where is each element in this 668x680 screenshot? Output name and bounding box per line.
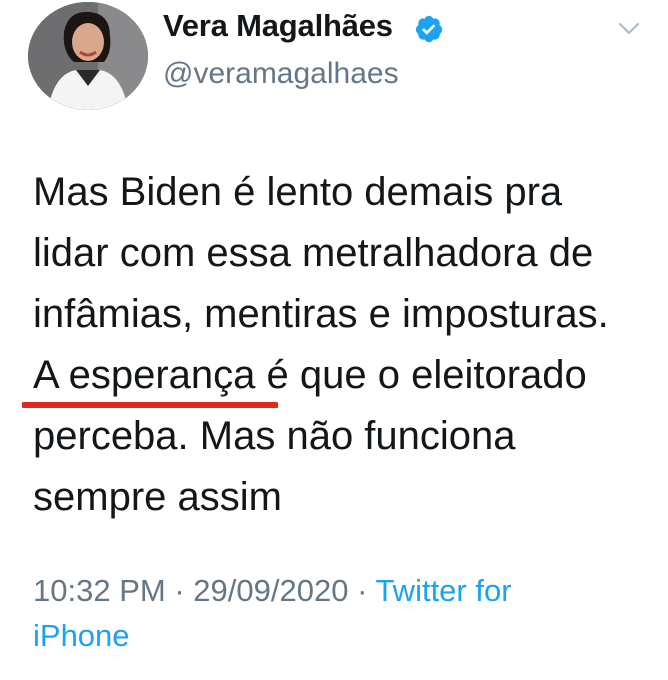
tweet-text-line: lidar com essa metralhadora de xyxy=(33,231,594,275)
tweet-text-line: A esperança é que o eleitorado xyxy=(33,353,587,397)
author-handle[interactable]: @veramagalhaes xyxy=(163,57,399,91)
tweet-source-link[interactable]: Twitter for xyxy=(375,573,511,608)
tweet-text-line: Mas Biden é lento demais pra xyxy=(33,170,563,214)
tweet-date[interactable]: 29/09/2020 xyxy=(193,573,348,608)
tweet-text-line: sempre assim xyxy=(33,475,282,519)
verified-badge-icon xyxy=(415,15,443,43)
author-display-name[interactable]: Vera Magalhães xyxy=(163,8,393,44)
tweet-text: Mas Biden é lento demais pra lidar com e… xyxy=(33,162,653,528)
tweet-metadata: 10:32 PM · 29/09/2020 · Twitter for iPho… xyxy=(33,568,633,658)
red-annotation-underline xyxy=(22,402,278,408)
chevron-down-icon[interactable] xyxy=(618,22,640,36)
avatar[interactable] xyxy=(28,2,148,110)
tweet-source-link-continued[interactable]: iPhone xyxy=(33,618,130,653)
meta-separator: · xyxy=(174,573,185,608)
tweet-text-line: perceba. Mas não funciona xyxy=(33,414,516,458)
tweet-text-line: infâmias, mentiras e imposturas. xyxy=(33,292,609,336)
profile-photo-icon xyxy=(28,2,148,110)
meta-separator: · xyxy=(357,573,368,608)
tweet-time[interactable]: 10:32 PM xyxy=(33,573,166,608)
